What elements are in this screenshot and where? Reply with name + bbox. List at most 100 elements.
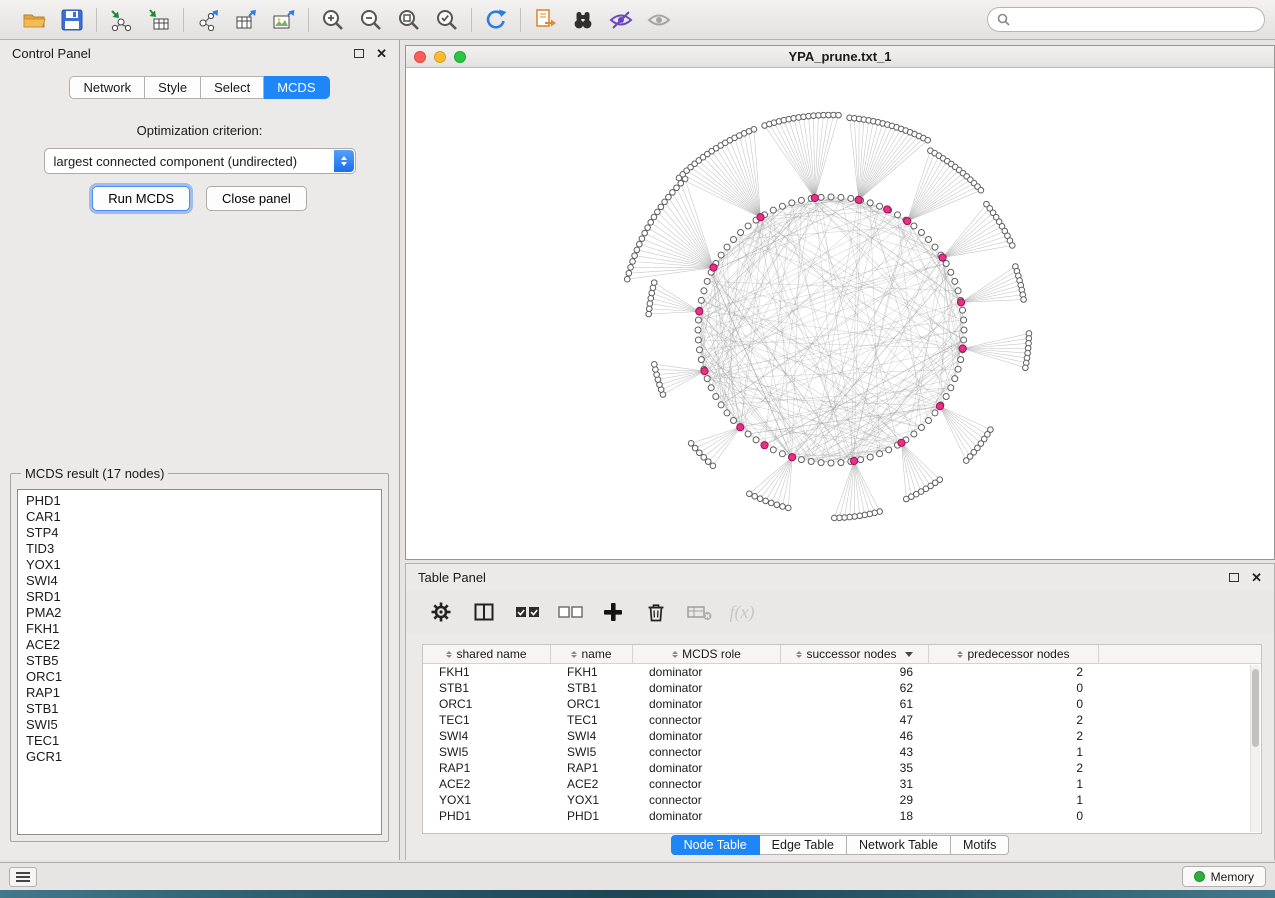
zoom-in-icon[interactable] — [318, 5, 348, 35]
table-cell: ACE2 — [423, 777, 551, 791]
zoom-selected-icon[interactable] — [432, 5, 462, 35]
deselect-all-icon[interactable] — [557, 599, 583, 625]
import-network-icon[interactable] — [106, 5, 136, 35]
table-row[interactable]: SWI4SWI4dominator462 — [423, 728, 1261, 744]
export-table-icon[interactable] — [231, 5, 261, 35]
show-columns-icon[interactable] — [471, 599, 497, 625]
search-box[interactable] — [987, 7, 1265, 32]
import-table-icon[interactable] — [144, 5, 174, 35]
table-cell: 2 — [929, 665, 1099, 679]
apply-layout-icon[interactable] — [481, 5, 511, 35]
close-panel-button[interactable]: Close panel — [206, 186, 307, 211]
table-cell: STB1 — [423, 681, 551, 695]
add-column-plus-icon[interactable] — [600, 599, 626, 625]
table-settings-gear-icon[interactable] — [428, 599, 454, 625]
hide-selected-eye-icon[interactable] — [606, 5, 636, 35]
sort-icon — [957, 651, 963, 658]
show-all-eye-icon[interactable] — [644, 5, 674, 35]
tab-motifs[interactable]: Motifs — [951, 835, 1009, 855]
mcds-result-item[interactable]: PHD1 — [18, 493, 381, 509]
mcds-result-item[interactable]: STB5 — [18, 653, 381, 669]
close-panel-icon[interactable]: ✕ — [376, 49, 387, 59]
table-row[interactable]: STB1STB1dominator620 — [423, 680, 1261, 696]
table-panel-header: Table Panel ✕ — [406, 564, 1274, 591]
mcds-result-item[interactable]: SWI4 — [18, 573, 381, 589]
table-cell: dominator — [633, 681, 781, 695]
mcds-result-item[interactable]: PMA2 — [18, 605, 381, 621]
float-table-panel-icon[interactable] — [1229, 573, 1239, 582]
mcds-result-item[interactable]: YOX1 — [18, 557, 381, 573]
mcds-result-item[interactable]: STB1 — [18, 701, 381, 717]
search-input[interactable] — [1016, 13, 1255, 27]
mcds-result-item[interactable]: TID3 — [18, 541, 381, 557]
export-network-icon[interactable] — [193, 5, 223, 35]
mcds-result-item[interactable]: SWI5 — [18, 717, 381, 733]
column-label: shared name — [456, 647, 526, 661]
table-cell: ORC1 — [423, 697, 551, 711]
window-close-button[interactable] — [414, 51, 426, 63]
optimization-criterion-label: Optimization criterion: — [0, 123, 399, 138]
window-minimize-button[interactable] — [434, 51, 446, 63]
mcds-result-item[interactable]: RAP1 — [18, 685, 381, 701]
find-binoculars-icon[interactable] — [568, 5, 598, 35]
memory-button[interactable]: Memory — [1182, 866, 1266, 887]
tab-network-table[interactable]: Network Table — [847, 835, 951, 855]
mcds-result-item[interactable]: STP4 — [18, 525, 381, 541]
network-canvas[interactable] — [406, 68, 1272, 559]
close-table-panel-icon[interactable]: ✕ — [1251, 573, 1262, 583]
mcds-result-item[interactable]: ACE2 — [18, 637, 381, 653]
zoom-fit-icon[interactable] — [394, 5, 424, 35]
tab-node-table[interactable]: Node Table — [671, 835, 760, 855]
table-row[interactable]: ORC1ORC1dominator610 — [423, 696, 1261, 712]
table-cell: RAP1 — [551, 761, 633, 775]
clone-network-icon[interactable] — [530, 5, 560, 35]
column-header-predecessor-nodes[interactable]: predecessor nodes — [929, 645, 1099, 663]
mcds-result-item[interactable]: TEC1 — [18, 733, 381, 749]
network-titlebar[interactable]: YPA_prune.txt_1 — [406, 46, 1274, 68]
table-row[interactable]: PHD1PHD1dominator180 — [423, 808, 1261, 824]
zoom-out-icon[interactable] — [356, 5, 386, 35]
mcds-result-item[interactable]: GCR1 — [18, 749, 381, 765]
table-panel-title: Table Panel — [418, 570, 486, 585]
tab-select[interactable]: Select — [201, 76, 264, 99]
run-mcds-button[interactable]: Run MCDS — [92, 186, 190, 211]
table-cell: 31 — [781, 777, 929, 791]
scrollbar-thumb[interactable] — [1252, 669, 1259, 747]
window-zoom-button[interactable] — [454, 51, 466, 63]
delete-column-trash-icon[interactable] — [643, 599, 669, 625]
tab-network[interactable]: Network — [69, 76, 145, 99]
mcds-result-item[interactable]: CAR1 — [18, 509, 381, 525]
column-header-MCDS-role[interactable]: MCDS role — [633, 645, 781, 663]
status-menu-button[interactable] — [9, 867, 37, 887]
column-label: predecessor nodes — [967, 647, 1069, 661]
column-header-name[interactable]: name — [551, 645, 633, 663]
column-header-shared-name[interactable]: shared name — [423, 645, 551, 663]
table-cell: 0 — [929, 809, 1099, 823]
table-row[interactable]: YOX1YOX1connector291 — [423, 792, 1261, 808]
open-session-icon[interactable] — [19, 5, 49, 35]
tab-edge-table[interactable]: Edge Table — [760, 835, 847, 855]
export-image-icon[interactable] — [269, 5, 299, 35]
tab-style[interactable]: Style — [145, 76, 201, 99]
tab-mcds[interactable]: MCDS — [264, 76, 329, 99]
table-row[interactable]: ACE2ACE2connector311 — [423, 776, 1261, 792]
mcds-result-item[interactable]: ORC1 — [18, 669, 381, 685]
table-toolbar: f(x) — [406, 591, 1274, 633]
mcds-result-group: MCDS result (17 nodes) PHD1CAR1STP4TID3Y… — [10, 466, 389, 842]
mcds-result-item[interactable]: FKH1 — [18, 621, 381, 637]
float-panel-icon[interactable] — [354, 49, 364, 58]
mcds-result-list[interactable]: PHD1CAR1STP4TID3YOX1SWI4SRD1PMA2FKH1ACE2… — [17, 489, 382, 835]
optimization-criterion-select[interactable]: largest connected component (undirected) — [44, 148, 356, 174]
table-cell: PHD1 — [423, 809, 551, 823]
mcds-result-item[interactable]: SRD1 — [18, 589, 381, 605]
table-row[interactable]: FKH1FKH1dominator962 — [423, 664, 1261, 680]
table-scrollbar[interactable] — [1250, 665, 1260, 832]
select-all-icon[interactable] — [514, 599, 540, 625]
save-session-icon[interactable] — [57, 5, 87, 35]
sort-icon — [796, 651, 802, 658]
table-row[interactable]: TEC1TEC1connector472 — [423, 712, 1261, 728]
table-row[interactable]: RAP1RAP1dominator352 — [423, 760, 1261, 776]
table-row[interactable]: SWI5SWI5connector431 — [423, 744, 1261, 760]
table-cell: 18 — [781, 809, 929, 823]
column-header-successor-nodes[interactable]: successor nodes — [781, 645, 929, 663]
